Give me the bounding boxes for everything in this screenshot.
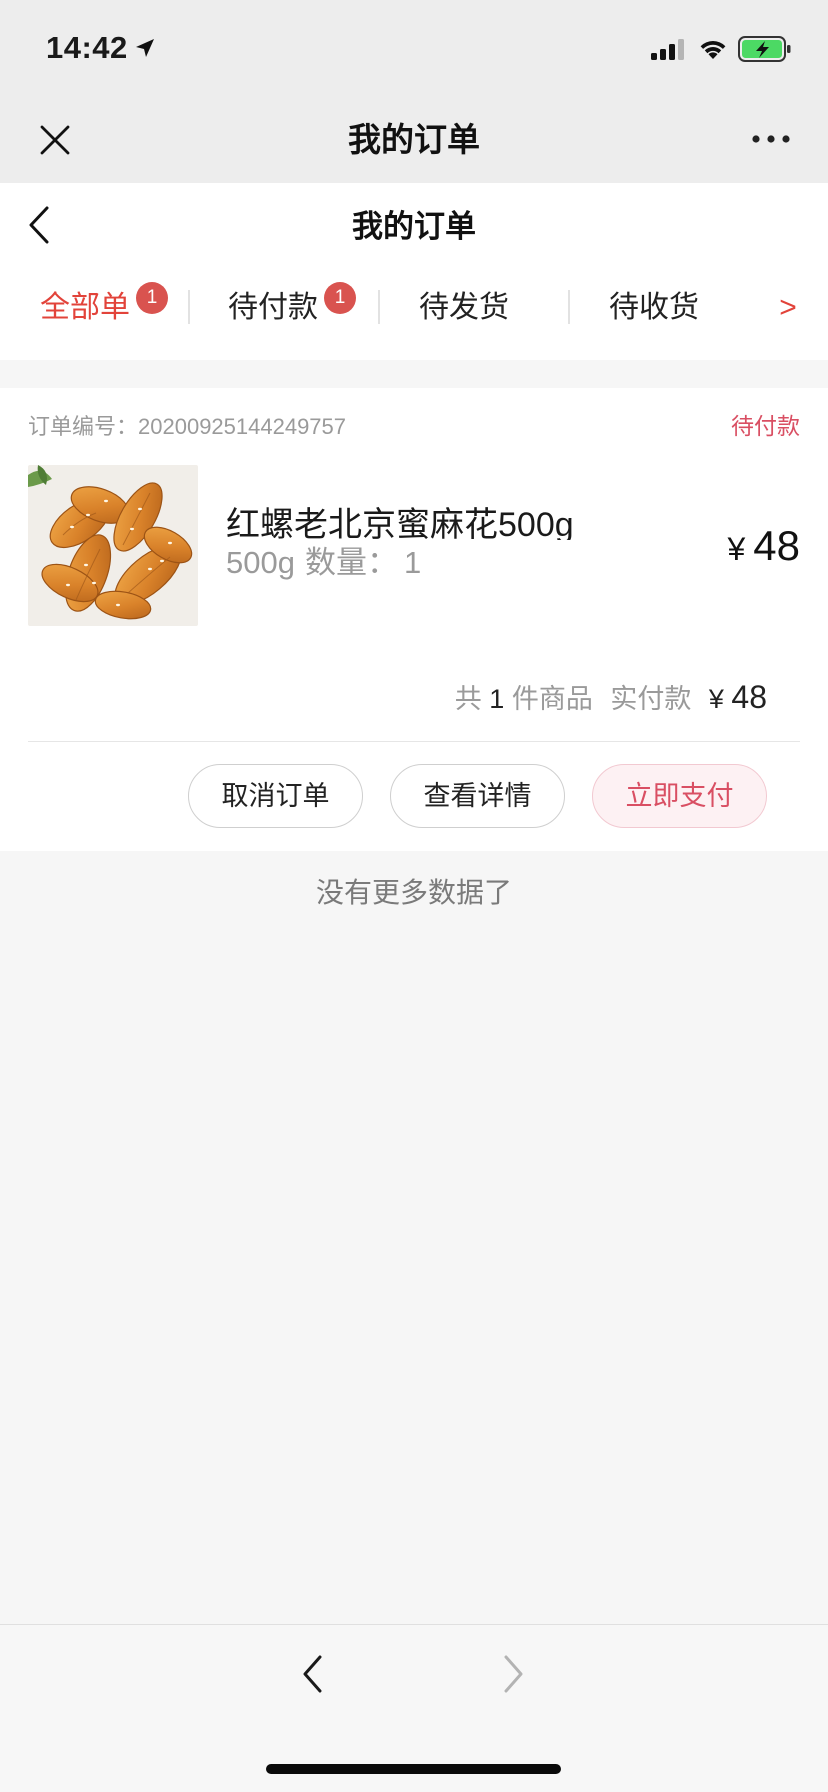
- tabs-more-button[interactable]: >: [772, 286, 804, 330]
- cellular-signal-icon: [651, 39, 684, 60]
- tab-pending-shipment[interactable]: 待发货: [419, 286, 539, 330]
- status-time-text: 14:42: [46, 30, 128, 65]
- product-spec-value: 500g: [226, 545, 295, 580]
- wifi-icon: [700, 41, 726, 59]
- browser-back-button[interactable]: [292, 1650, 332, 1698]
- tab-divider: [568, 290, 570, 324]
- chevron-right-icon: [504, 1655, 523, 1693]
- summary-prefix: 共: [454, 684, 482, 714]
- more-button[interactable]: [748, 124, 794, 154]
- product-title[interactable]: 红螺老北京蜜麻花500g: [226, 504, 596, 540]
- price-amount: 48: [753, 522, 800, 569]
- tab-label: 待发货: [419, 291, 509, 324]
- no-more-data-text: 没有更多数据了: [315, 877, 512, 908]
- back-button[interactable]: [22, 203, 56, 247]
- order-number-label: 订单编号：: [28, 414, 139, 439]
- status-icons: [650, 34, 792, 64]
- status-time: 14:42: [46, 28, 156, 68]
- price-currency: ¥: [727, 531, 746, 567]
- view-details-button[interactable]: 查看详情: [390, 764, 565, 828]
- tab-label: 全部单: [40, 291, 130, 324]
- battery-charging-icon: [738, 36, 791, 62]
- tab-label: 待收货: [609, 291, 699, 324]
- more-dots-icon: [752, 135, 790, 143]
- tab-pending-payment[interactable]: 待付款 1: [228, 282, 368, 330]
- tab-badge: 1: [136, 282, 168, 314]
- product-qty-label: 数量：: [304, 545, 398, 580]
- pay-now-button[interactable]: 立即支付: [592, 764, 767, 828]
- close-button[interactable]: [36, 121, 74, 159]
- close-icon: [40, 125, 70, 155]
- page-title: 我的订单: [352, 209, 476, 244]
- location-arrow-icon: [135, 39, 154, 57]
- cancel-order-button[interactable]: 取消订单: [188, 764, 363, 828]
- product-image[interactable]: [28, 465, 198, 626]
- order-summary: 共 1 件商品 实付款 ¥ 48: [455, 676, 767, 718]
- tab-all-orders[interactable]: 全部单 1: [40, 282, 180, 330]
- product-photo: [28, 465, 198, 626]
- divider: [28, 741, 800, 742]
- summary-paid-label: 实付款: [610, 684, 692, 714]
- tab-label: 待付款: [228, 291, 318, 324]
- order-status: 待付款: [731, 413, 800, 439]
- summary-suffix: 件商品: [511, 684, 593, 714]
- chevron-left-icon: [29, 206, 49, 244]
- tab-divider: [378, 290, 380, 324]
- product-spec: 500g 数量： 1: [226, 543, 431, 583]
- order-number: 订单编号：20200925144249757: [28, 412, 346, 442]
- chevron-left-icon: [303, 1655, 322, 1693]
- tab-pending-receipt[interactable]: 待收货: [609, 286, 729, 330]
- tab-divider: [188, 290, 190, 324]
- product-qty-value: 1: [403, 545, 422, 580]
- summary-currency: ¥: [708, 684, 724, 714]
- order-number-value: 20200925144249757: [138, 414, 347, 439]
- product-price: ¥48: [727, 520, 800, 572]
- wechat-nav-title: 我的订单: [348, 121, 480, 158]
- tab-badge: 1: [324, 282, 356, 314]
- summary-total: 48: [731, 679, 767, 715]
- browser-forward-button[interactable]: [494, 1650, 534, 1698]
- home-indicator[interactable]: [266, 1764, 561, 1774]
- summary-count: 1: [489, 684, 505, 714]
